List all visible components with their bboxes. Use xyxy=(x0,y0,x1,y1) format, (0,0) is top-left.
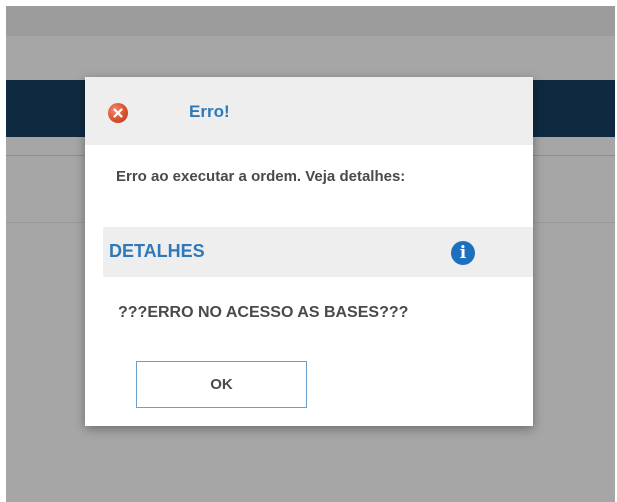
details-section-header: DETALHES i xyxy=(103,227,533,277)
error-message: Erro ao executar a ordem. Veja detalhes: xyxy=(116,168,406,185)
error-dialog: Erro! Erro ao executar a ordem. Veja det… xyxy=(85,77,533,426)
error-icon xyxy=(108,103,128,123)
error-detail-text: ???ERRO NO ACESSO AS BASES??? xyxy=(118,304,409,321)
background-app: Erro! Erro ao executar a ordem. Veja det… xyxy=(6,6,615,502)
details-label: DETALHES xyxy=(109,241,205,261)
dialog-header: Erro! xyxy=(85,77,533,145)
dialog-title: Erro! xyxy=(189,102,230,121)
info-icon[interactable]: i xyxy=(451,241,475,265)
top-strip xyxy=(6,6,615,36)
ok-button[interactable]: OK xyxy=(136,361,307,408)
